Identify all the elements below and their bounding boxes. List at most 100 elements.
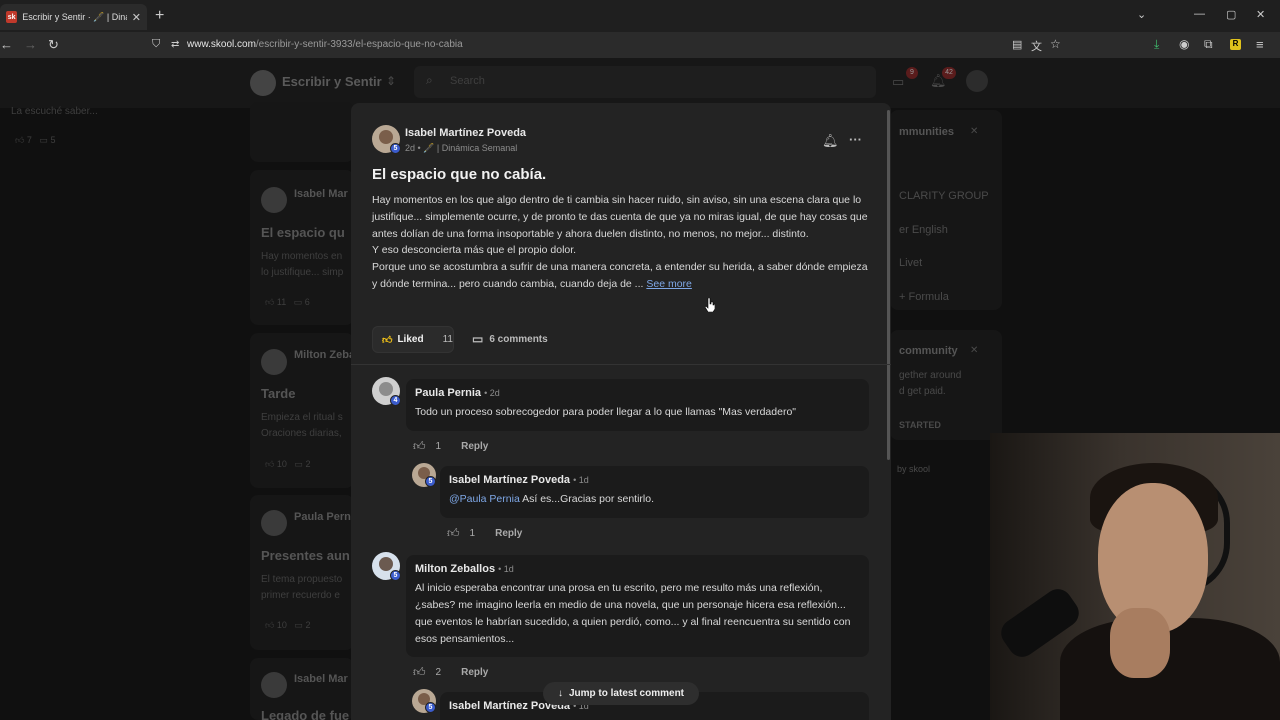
comment-like-count: 2 (435, 667, 442, 678)
comment-time-value: 1d (503, 564, 514, 574)
feed-author: Isabel Mar (294, 188, 348, 200)
comment-time: • 1d (498, 564, 514, 574)
comments-button[interactable]: ▭ 6 comments (472, 332, 548, 346)
close-window-icon[interactable]: ✕ (1256, 8, 1265, 21)
comment-actions: 👍︎ 2 Reply (413, 665, 488, 680)
tab-title: Escribir y Sentir · 🖋️ | Dinámica (22, 11, 127, 22)
thumbs-up-icon[interactable]: 👍︎ (413, 665, 426, 680)
like-button[interactable]: 👍︎ Liked 11 (372, 326, 454, 353)
modal-scrollbar[interactable] (887, 110, 890, 460)
address-bar[interactable]: www.skool.com/escribir-y-sentir-3933/el-… (187, 39, 463, 50)
tab-list-chevron-icon[interactable]: ⌄ (1137, 8, 1146, 21)
feed-comments: 2 (305, 620, 311, 630)
thumbs-up-icon[interactable]: 👍︎ (413, 439, 426, 454)
back-icon[interactable]: ← (0, 37, 13, 52)
more-options-icon[interactable]: ··· (849, 132, 862, 147)
user-avatar[interactable] (966, 70, 988, 92)
minimize-icon[interactable]: — (1194, 8, 1205, 20)
chat-icon[interactable]: ▭ (892, 74, 904, 90)
like-count[interactable]: 11 (443, 334, 453, 345)
reply-button[interactable]: Reply (495, 528, 522, 539)
group-logo[interactable] (250, 70, 276, 96)
bell-icon[interactable]: 🔔︎ (822, 133, 839, 149)
feed-comments: 2 (305, 459, 311, 469)
mention-link[interactable]: @Paula Pernia (449, 493, 520, 505)
sidebar-close-icon[interactable]: ✕ (970, 345, 978, 356)
sidebar-desc: gether around (899, 370, 962, 381)
feed-author: Milton Zeba (294, 349, 356, 361)
comment-author[interactable]: Milton Zeballos • 1d (415, 563, 514, 575)
translate-icon[interactable]: 文 (1031, 38, 1042, 54)
shield-icon[interactable]: ⛉ (152, 38, 160, 51)
reload-icon[interactable]: ↻ (48, 37, 59, 53)
feed-title: Presentes aun (261, 548, 350, 563)
comment-text-body: Así es...Gracias por sentirlo. (519, 493, 655, 505)
reply-button[interactable]: Reply (461, 441, 488, 452)
sidebar-close-icon[interactable]: ✕ (970, 126, 978, 137)
thumbs-up-icon: 👍︎ (382, 334, 393, 346)
post-title: El espacio que no cabía. (372, 166, 547, 183)
comment-author[interactable]: Isabel Martínez Poveda • 1d (449, 474, 589, 486)
post-author[interactable]: Isabel Martínez Poveda (405, 127, 526, 139)
download-icon[interactable]: ⤓ (1154, 37, 1159, 52)
sidebar-item[interactable]: CLARITY GROUP (899, 190, 989, 202)
comment-text: Al inicio esperaba encontrar una prosa e… (415, 582, 851, 645)
thumbs-up-icon[interactable]: 👍︎ (447, 526, 460, 541)
extension-r-icon[interactable]: R (1230, 39, 1241, 50)
favicon: sk (6, 11, 18, 23)
new-tab-icon[interactable]: + (155, 7, 164, 25)
comment-author-name: Milton Zeballos (415, 563, 496, 575)
see-more-link[interactable]: See more (646, 278, 692, 290)
level-badge: 5 (390, 570, 401, 581)
comments-count: 6 comments (489, 333, 548, 345)
browser-tab[interactable]: sk Escribir y Sentir · 🖋️ | Dinámica ✕ (0, 4, 147, 30)
search-placeholder: Search (450, 75, 485, 87)
sidebar-header: mmunities (899, 126, 955, 138)
post-category[interactable]: 🖋️ | Dinámica Semanal (423, 143, 517, 153)
feed-card[interactable] (250, 102, 354, 162)
site-settings-icon[interactable]: ⇄ (171, 39, 179, 50)
post-paragraph-text: Porque uno se acostumbra a sufrir de una… (372, 261, 868, 290)
feed-likes: 10 (276, 459, 287, 469)
forward-icon[interactable]: → (24, 37, 37, 52)
feed-likes: 10 (276, 620, 287, 630)
reply-button[interactable]: Reply (461, 667, 488, 678)
sidebar-communities (890, 110, 1002, 310)
feed-author: Paula Perni (294, 511, 354, 523)
comment-bubble-icon: ▭ (472, 332, 484, 346)
level-badge: 4 (390, 395, 401, 406)
bookmark-star-icon[interactable]: ☆ (1050, 37, 1061, 51)
feed-body-line: lo justifique... simp (261, 267, 344, 278)
reader-view-icon[interactable]: ▤ (1012, 38, 1022, 51)
feed-author: Isabel Mar (294, 673, 348, 685)
feed-body-line: El tema propuesto (261, 574, 343, 585)
maximize-icon[interactable]: ▢ (1226, 8, 1236, 21)
extension-clock-icon[interactable]: ◉ (1179, 37, 1189, 51)
post-paragraph: Hay momentos en los que algo dentro de t… (372, 194, 868, 240)
comment-time-value: 2d (489, 388, 500, 398)
arrow-down-icon: ↓ (557, 688, 563, 699)
comment-author-name: Paula Pernia (415, 387, 482, 399)
feed-title: Legado de fue (261, 708, 350, 720)
post-paragraph: Y eso desconcierta más que el propio dol… (372, 244, 577, 257)
post-body: Hay momentos en los que algo dentro de t… (372, 192, 872, 293)
group-switch-icon[interactable]: ⇕ (386, 74, 396, 88)
sidebar-cta[interactable]: STARTED (899, 420, 941, 430)
sidebar-item[interactable]: Livet (899, 257, 922, 269)
sidebar-header: community (899, 345, 958, 357)
extensions-puzzle-icon[interactable]: ⧉ (1204, 37, 1213, 52)
sidebar-item[interactable]: + Formula (899, 291, 949, 303)
jump-label: Jump to latest comment (568, 688, 685, 699)
menu-icon[interactable]: ≡ (1256, 37, 1264, 52)
comment-author[interactable]: Paula Pernia • 2d (415, 387, 500, 399)
tab-close-icon[interactable]: ✕ (132, 11, 141, 24)
hand-cursor-icon (705, 298, 715, 312)
comment-text: Todo un proceso sobrecogedor para poder … (415, 406, 797, 418)
group-name[interactable]: Escribir y Sentir (282, 74, 382, 89)
comment-text: @Paula Pernia Así es...Gracias por senti… (449, 491, 864, 508)
site-header: Escribir y Sentir ⇕ ⌕ Search ▭ 9 🔔︎ 42 (0, 58, 1280, 108)
comment-actions: 👍︎ 1 Reply (447, 526, 522, 541)
feed-body-line: Empieza el ritual s (261, 412, 343, 423)
jump-to-latest-button[interactable]: ↓ Jump to latest comment (543, 682, 699, 705)
sidebar-item[interactable]: er English (899, 224, 948, 236)
